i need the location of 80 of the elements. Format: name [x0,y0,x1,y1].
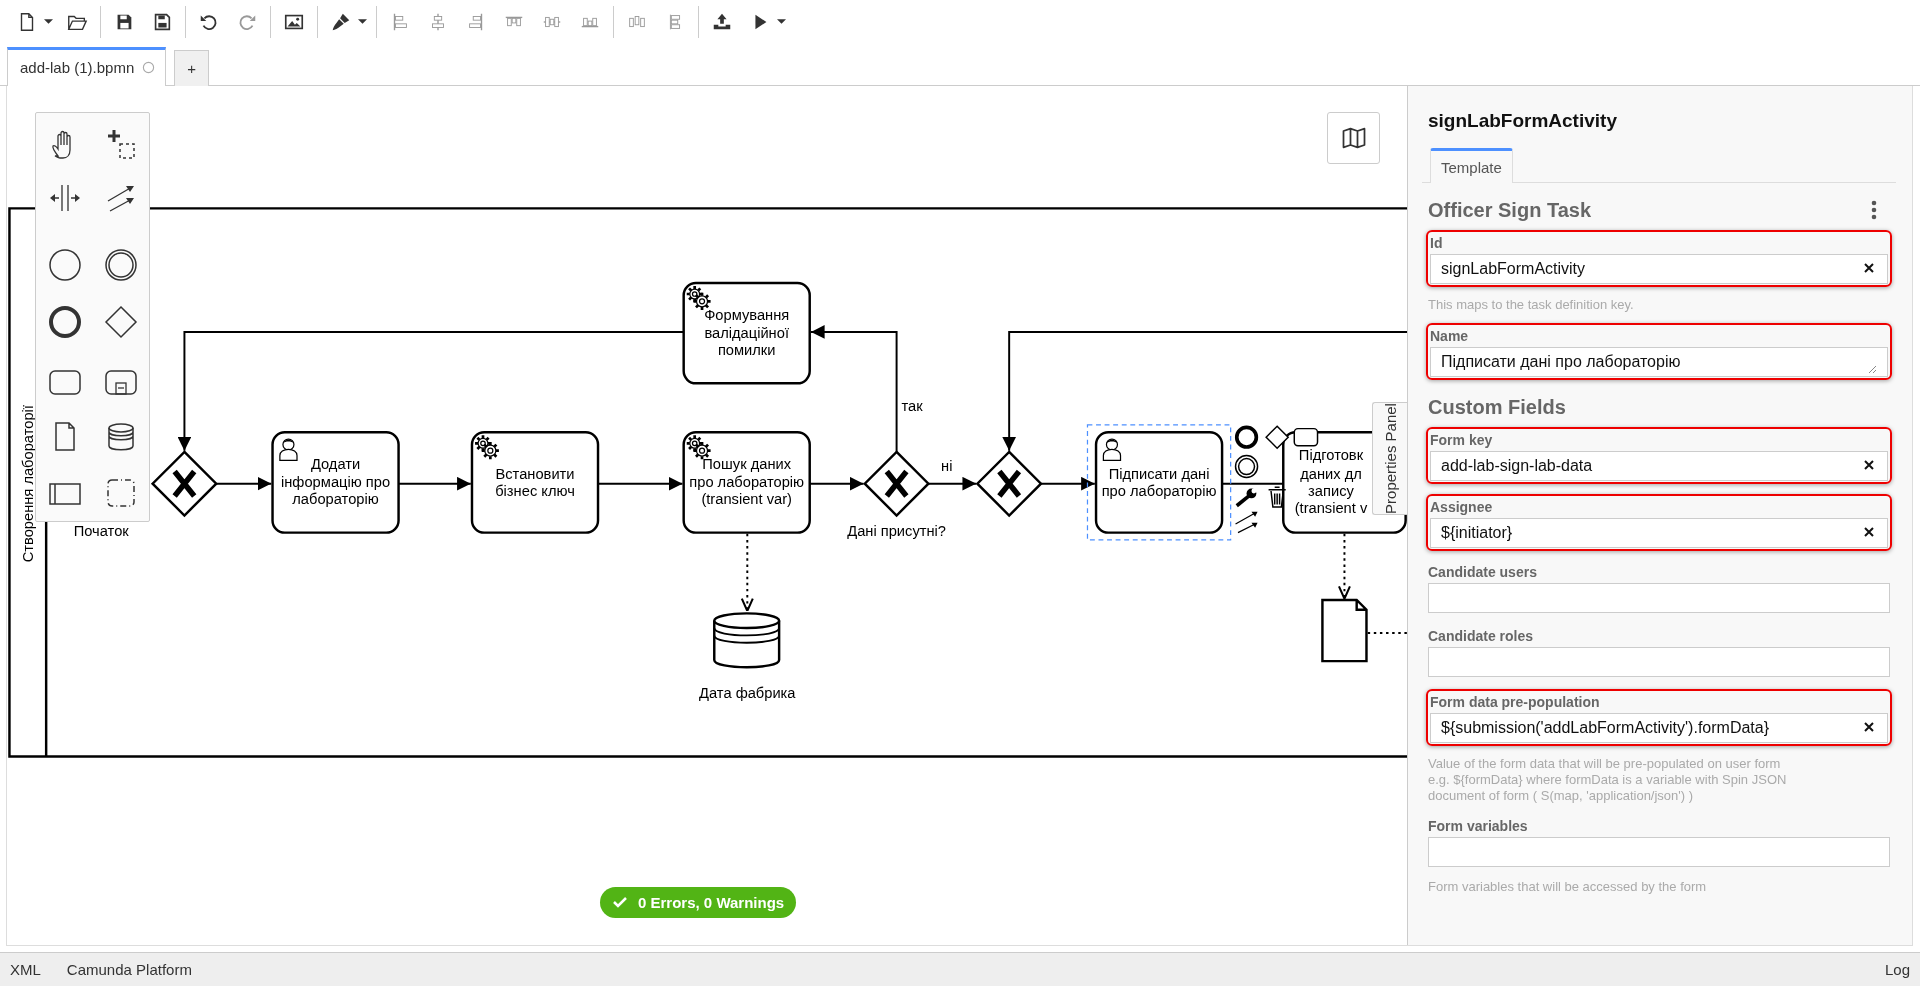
task[interactable] [682,281,811,385]
user-icon [279,437,298,461]
resize-grip-icon [1867,363,1877,374]
close-icon [1863,720,1875,733]
lane-label: Створення лабораторії [19,404,36,562]
caret-icon [43,19,53,25]
template-tab[interactable]: Template [1430,147,1513,183]
data-object [1321,598,1368,662]
field-label: Form data pre-population [1430,693,1601,710]
field-label: Candidate roles [1428,627,1535,644]
exclusive-gateway [863,449,931,517]
field-label: Candidate users [1428,563,1538,580]
task-label: Встановити бізнес ключ [494,464,576,500]
caret-icon [357,19,367,25]
flow-label: ні [941,458,953,474]
gears-icon [685,433,712,461]
field-description: Value of the form data that will be pre-populated on user form e.g. ${formData} where formData is a variable with Spin JSON document of form ( S(map, 'application/json') ) [1428,755,1788,805]
file-tab[interactable]: + [174,49,209,86]
sequence-flow [808,476,865,491]
gateway-icon[interactable] [1265,424,1290,449]
field-label: Assignee [1430,498,1494,515]
sequence-flow [1040,476,1096,491]
field-label: Name [1430,327,1470,344]
field-description: This maps to the task definition key. [1428,296,1635,313]
task[interactable] [271,430,400,534]
task-label: Пошук даних про лабораторію (transient var) [688,455,805,509]
task-icon[interactable] [1293,427,1319,447]
data-association [1366,631,1407,634]
sequence-flow [927,476,978,491]
section-title: Officer Sign Task [1428,198,1591,222]
file-tab[interactable]: add-lab (1).bpmn [7,46,167,86]
minimap-button[interactable] [1327,111,1380,164]
end-event-icon[interactable] [1234,425,1259,449]
kebab-menu-icon[interactable] [1870,200,1878,221]
input-field[interactable]: signLabFormActivity [1430,253,1888,284]
task-label: Підготовк даних дл запису (transient v [1293,446,1369,518]
intermediate-event-icon[interactable] [1234,454,1259,478]
data-association [1337,532,1351,600]
properties-panel-toggle[interactable]: Properties Panel [1372,401,1407,515]
connect-icon[interactable] [1234,511,1258,533]
event-label: Початок [73,522,129,539]
task[interactable] [682,430,811,534]
input-field[interactable]: ${submission('addLabFormActivity').formData} [1430,712,1888,743]
field-label: Form variables [1428,817,1529,834]
field-label: Form key [1430,431,1494,448]
close-icon [1863,261,1875,274]
text-area[interactable]: Підписати дані про лабораторію [1430,346,1888,377]
data-store [713,611,781,668]
task-label: Додати інформацію про лабораторію [280,455,392,509]
caret-icon [776,19,786,25]
sequence-flow [1221,482,1285,485]
close-icon [1863,525,1875,538]
wrench-icon[interactable] [1235,488,1257,507]
task[interactable] [470,430,600,534]
task-label: Формування валідаційної помилки [703,306,791,360]
data-store-label: Дата фабрика [699,684,796,701]
input-field[interactable]: add-lab-sign-lab-data [1430,450,1888,481]
log-toggle[interactable]: Log [1884,960,1910,978]
task-label: Підписати дані про лабораторію [1100,464,1218,500]
task[interactable] [1094,430,1224,534]
input-field[interactable]: ${initiator} [1430,517,1888,548]
input-field[interactable] [1428,646,1890,677]
user-icon [1102,437,1122,461]
exclusive-gateway [975,449,1043,517]
status-bar-tab[interactable]: XML [10,960,41,978]
gears-icon [685,284,712,311]
field-description: Form variables that will be accessed by the form [1428,878,1708,895]
sequence-flow [215,476,273,491]
input-field[interactable] [1428,582,1890,613]
close-icon [1863,458,1875,471]
flow-label: так [901,398,923,415]
section-title: Custom Fields [1428,395,1566,419]
exclusive-gateway [150,449,218,517]
input-field[interactable] [1428,836,1890,867]
gears-icon [473,433,501,461]
gateway-label: Дані присутні? [847,522,946,539]
status-bar-tab[interactable]: Camunda Platform [66,960,192,978]
element-title: signLabFormActivity [1428,109,1618,132]
field-label: Id [1430,234,1444,251]
trash-icon[interactable] [1267,486,1287,508]
